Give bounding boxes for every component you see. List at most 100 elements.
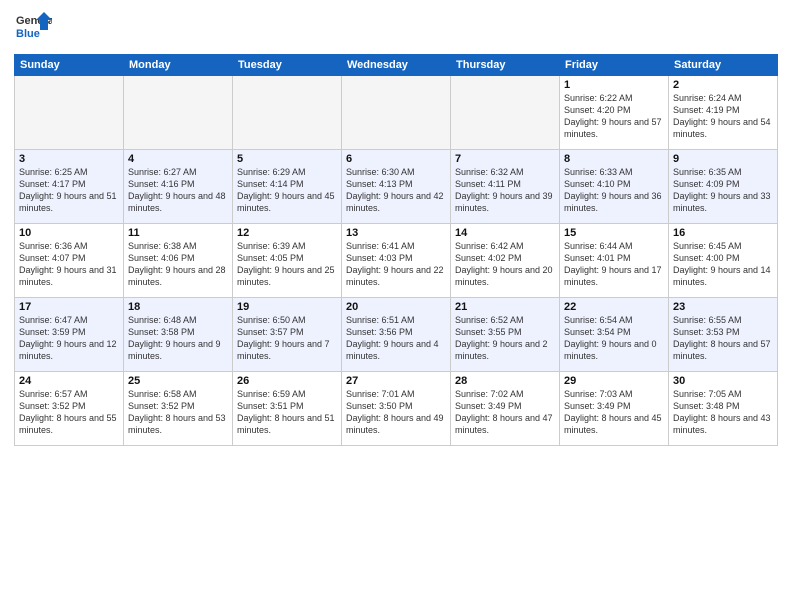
calendar-cell: 18Sunrise: 6:48 AM Sunset: 3:58 PM Dayli… [124,298,233,372]
day-number: 19 [237,301,337,313]
weekday-header: Tuesday [233,55,342,76]
calendar: SundayMondayTuesdayWednesdayThursdayFrid… [14,54,778,446]
weekday-header: Monday [124,55,233,76]
day-info: Sunrise: 6:59 AM Sunset: 3:51 PM Dayligh… [237,388,337,437]
day-number: 5 [237,153,337,165]
day-number: 7 [455,153,555,165]
day-info: Sunrise: 6:39 AM Sunset: 4:05 PM Dayligh… [237,240,337,289]
day-info: Sunrise: 7:05 AM Sunset: 3:48 PM Dayligh… [673,388,773,437]
day-info: Sunrise: 7:01 AM Sunset: 3:50 PM Dayligh… [346,388,446,437]
day-info: Sunrise: 6:58 AM Sunset: 3:52 PM Dayligh… [128,388,228,437]
calendar-cell: 30Sunrise: 7:05 AM Sunset: 3:48 PM Dayli… [669,372,778,446]
day-info: Sunrise: 6:35 AM Sunset: 4:09 PM Dayligh… [673,166,773,215]
calendar-cell: 26Sunrise: 6:59 AM Sunset: 3:51 PM Dayli… [233,372,342,446]
calendar-cell: 22Sunrise: 6:54 AM Sunset: 3:54 PM Dayli… [560,298,669,372]
calendar-week: 1Sunrise: 6:22 AM Sunset: 4:20 PM Daylig… [15,76,778,150]
day-number: 29 [564,375,664,387]
calendar-cell: 17Sunrise: 6:47 AM Sunset: 3:59 PM Dayli… [15,298,124,372]
day-info: Sunrise: 6:32 AM Sunset: 4:11 PM Dayligh… [455,166,555,215]
day-number: 13 [346,227,446,239]
weekday-header: Sunday [15,55,124,76]
day-info: Sunrise: 6:44 AM Sunset: 4:01 PM Dayligh… [564,240,664,289]
day-number: 24 [19,375,119,387]
calendar-cell: 24Sunrise: 6:57 AM Sunset: 3:52 PM Dayli… [15,372,124,446]
calendar-cell: 20Sunrise: 6:51 AM Sunset: 3:56 PM Dayli… [342,298,451,372]
calendar-cell: 28Sunrise: 7:02 AM Sunset: 3:49 PM Dayli… [451,372,560,446]
calendar-cell: 23Sunrise: 6:55 AM Sunset: 3:53 PM Dayli… [669,298,778,372]
logo-svg: General Blue [14,10,52,48]
day-number: 8 [564,153,664,165]
day-info: Sunrise: 6:51 AM Sunset: 3:56 PM Dayligh… [346,314,446,363]
calendar-cell: 5Sunrise: 6:29 AM Sunset: 4:14 PM Daylig… [233,150,342,224]
calendar-cell: 12Sunrise: 6:39 AM Sunset: 4:05 PM Dayli… [233,224,342,298]
day-info: Sunrise: 6:55 AM Sunset: 3:53 PM Dayligh… [673,314,773,363]
calendar-cell [233,76,342,150]
day-number: 21 [455,301,555,313]
day-info: Sunrise: 6:38 AM Sunset: 4:06 PM Dayligh… [128,240,228,289]
day-info: Sunrise: 6:27 AM Sunset: 4:16 PM Dayligh… [128,166,228,215]
day-number: 15 [564,227,664,239]
calendar-cell: 29Sunrise: 7:03 AM Sunset: 3:49 PM Dayli… [560,372,669,446]
day-number: 14 [455,227,555,239]
weekday-header: Thursday [451,55,560,76]
calendar-cell: 11Sunrise: 6:38 AM Sunset: 4:06 PM Dayli… [124,224,233,298]
day-number: 27 [346,375,446,387]
calendar-week: 24Sunrise: 6:57 AM Sunset: 3:52 PM Dayli… [15,372,778,446]
day-info: Sunrise: 6:25 AM Sunset: 4:17 PM Dayligh… [19,166,119,215]
day-info: Sunrise: 6:24 AM Sunset: 4:19 PM Dayligh… [673,92,773,141]
weekday-header: Wednesday [342,55,451,76]
day-info: Sunrise: 6:52 AM Sunset: 3:55 PM Dayligh… [455,314,555,363]
calendar-cell [124,76,233,150]
day-number: 28 [455,375,555,387]
calendar-cell: 8Sunrise: 6:33 AM Sunset: 4:10 PM Daylig… [560,150,669,224]
page: General Blue SundayMondayTuesdayWednesda… [0,0,792,612]
day-info: Sunrise: 6:42 AM Sunset: 4:02 PM Dayligh… [455,240,555,289]
calendar-cell: 1Sunrise: 6:22 AM Sunset: 4:20 PM Daylig… [560,76,669,150]
calendar-cell: 9Sunrise: 6:35 AM Sunset: 4:09 PM Daylig… [669,150,778,224]
day-number: 26 [237,375,337,387]
day-number: 4 [128,153,228,165]
day-number: 3 [19,153,119,165]
day-number: 1 [564,79,664,91]
day-number: 23 [673,301,773,313]
calendar-cell: 14Sunrise: 6:42 AM Sunset: 4:02 PM Dayli… [451,224,560,298]
day-info: Sunrise: 6:48 AM Sunset: 3:58 PM Dayligh… [128,314,228,363]
calendar-cell: 3Sunrise: 6:25 AM Sunset: 4:17 PM Daylig… [15,150,124,224]
weekday-header: Saturday [669,55,778,76]
day-number: 10 [19,227,119,239]
day-number: 30 [673,375,773,387]
day-info: Sunrise: 6:54 AM Sunset: 3:54 PM Dayligh… [564,314,664,363]
day-info: Sunrise: 6:50 AM Sunset: 3:57 PM Dayligh… [237,314,337,363]
day-number: 12 [237,227,337,239]
calendar-cell: 16Sunrise: 6:45 AM Sunset: 4:00 PM Dayli… [669,224,778,298]
day-number: 18 [128,301,228,313]
day-info: Sunrise: 7:03 AM Sunset: 3:49 PM Dayligh… [564,388,664,437]
day-info: Sunrise: 6:33 AM Sunset: 4:10 PM Dayligh… [564,166,664,215]
day-info: Sunrise: 6:22 AM Sunset: 4:20 PM Dayligh… [564,92,664,141]
calendar-cell: 13Sunrise: 6:41 AM Sunset: 4:03 PM Dayli… [342,224,451,298]
calendar-cell: 7Sunrise: 6:32 AM Sunset: 4:11 PM Daylig… [451,150,560,224]
day-info: Sunrise: 6:45 AM Sunset: 4:00 PM Dayligh… [673,240,773,289]
day-number: 22 [564,301,664,313]
day-number: 17 [19,301,119,313]
calendar-cell: 4Sunrise: 6:27 AM Sunset: 4:16 PM Daylig… [124,150,233,224]
logo: General Blue [14,10,52,48]
day-info: Sunrise: 6:57 AM Sunset: 3:52 PM Dayligh… [19,388,119,437]
header-row: SundayMondayTuesdayWednesdayThursdayFrid… [15,55,778,76]
calendar-week: 3Sunrise: 6:25 AM Sunset: 4:17 PM Daylig… [15,150,778,224]
calendar-cell: 27Sunrise: 7:01 AM Sunset: 3:50 PM Dayli… [342,372,451,446]
day-number: 20 [346,301,446,313]
day-number: 2 [673,79,773,91]
calendar-week: 10Sunrise: 6:36 AM Sunset: 4:07 PM Dayli… [15,224,778,298]
day-info: Sunrise: 6:29 AM Sunset: 4:14 PM Dayligh… [237,166,337,215]
calendar-cell: 15Sunrise: 6:44 AM Sunset: 4:01 PM Dayli… [560,224,669,298]
day-info: Sunrise: 6:41 AM Sunset: 4:03 PM Dayligh… [346,240,446,289]
day-number: 6 [346,153,446,165]
day-number: 16 [673,227,773,239]
calendar-cell: 19Sunrise: 6:50 AM Sunset: 3:57 PM Dayli… [233,298,342,372]
calendar-cell: 10Sunrise: 6:36 AM Sunset: 4:07 PM Dayli… [15,224,124,298]
calendar-cell: 6Sunrise: 6:30 AM Sunset: 4:13 PM Daylig… [342,150,451,224]
day-number: 9 [673,153,773,165]
calendar-cell [15,76,124,150]
calendar-cell: 21Sunrise: 6:52 AM Sunset: 3:55 PM Dayli… [451,298,560,372]
